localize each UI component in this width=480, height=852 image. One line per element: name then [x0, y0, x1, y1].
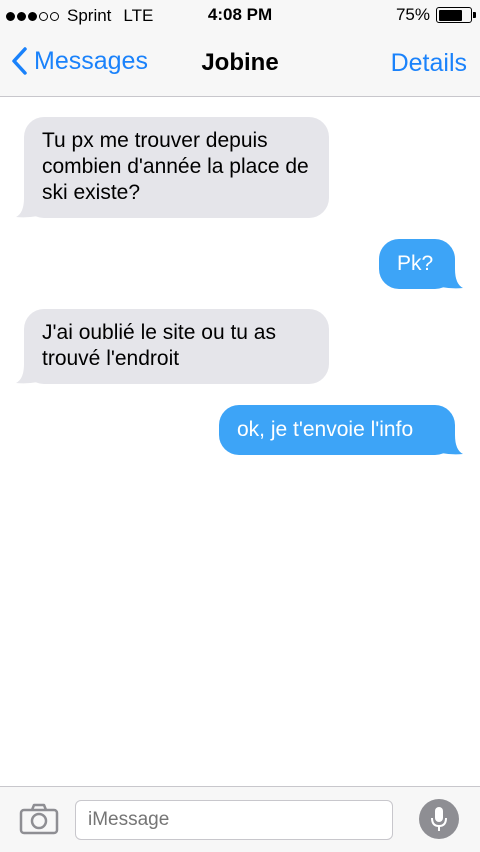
camera-button[interactable]	[19, 803, 59, 835]
battery-tip	[473, 12, 476, 18]
details-button[interactable]: Details	[391, 49, 467, 78]
microphone-icon	[431, 807, 447, 831]
bubble-tail	[16, 198, 38, 218]
message-text: Tu px me trouver depuis combien d'année …	[42, 129, 309, 204]
status-bar: Sprint LTE 4:08 PM 75%	[0, 0, 480, 30]
bubble-tail	[441, 435, 463, 455]
message-bubble-outgoing[interactable]: ok, je t'envoie l'info	[219, 405, 463, 455]
battery-percent: 75%	[395, 5, 430, 24]
chevron-left-icon	[12, 47, 27, 75]
battery-fill	[438, 9, 462, 21]
message-input-bar	[0, 786, 480, 852]
back-button-label: Messages	[34, 46, 148, 75]
message-bubble-incoming[interactable]: Tu px me trouver depuis combien d'année …	[16, 117, 329, 218]
message-bubble-incoming[interactable]: J'ai oublié le site ou tu as trouvé l'en…	[16, 309, 329, 384]
back-button[interactable]: Messages	[10, 46, 148, 76]
message-text: Pk?	[397, 252, 434, 275]
status-right: 75%	[395, 5, 476, 25]
message-input[interactable]	[75, 800, 393, 840]
navigation-bar: Messages Jobine Details	[0, 30, 480, 97]
battery-icon	[436, 7, 476, 23]
bubble-tail	[16, 364, 38, 384]
microphone-button[interactable]	[419, 799, 459, 839]
message-bubble-outgoing[interactable]: Pk?	[379, 239, 463, 289]
camera-icon	[19, 803, 59, 835]
message-text: J'ai oublié le site ou tu as trouvé l'en…	[42, 321, 276, 370]
bubble-tail	[441, 269, 463, 289]
message-text: ok, je t'envoie l'info	[237, 418, 414, 441]
